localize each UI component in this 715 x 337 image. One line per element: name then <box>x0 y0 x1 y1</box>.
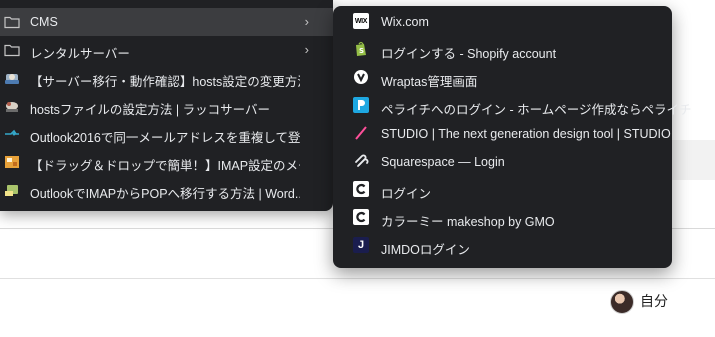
submenu-label: ログインする - Shopify account <box>381 47 557 61</box>
avatar[interactable] <box>610 290 634 314</box>
squarespace-icon <box>353 153 369 169</box>
c-logo-icon <box>353 209 369 225</box>
submenu-label: Wraptas管理画面 <box>381 75 478 89</box>
wraptas-icon <box>353 69 369 85</box>
bookmark-item[interactable]: OutlookでIMAPからPOPへ移行する方法 | Word... <box>0 176 333 204</box>
bookmark-label: hostsファイルの設定方法 | ラッコサーバー <box>30 103 270 117</box>
site-favicon-icon <box>4 71 20 85</box>
bookmark-item[interactable]: 【サーバー移行・動作確認】hosts設定の変更方法 |... <box>0 64 333 92</box>
jimdo-icon: J <box>353 237 369 253</box>
bookmark-label: OutlookでIMAPからPOPへ移行する方法 | Word... <box>30 187 300 201</box>
submenu-label: ログイン <box>381 187 432 201</box>
chevron-right-icon: › <box>304 14 309 29</box>
site-favicon-icon <box>4 127 20 141</box>
submenu-label: JIMDOログイン <box>381 243 470 257</box>
shopify-icon: S <box>353 41 369 57</box>
submenu-item-wix[interactable]: WIX Wix.com <box>333 8 672 36</box>
bookmark-label: レンタルサーバー <box>30 47 130 61</box>
chevron-right-icon: › <box>304 42 309 57</box>
site-favicon-icon <box>4 99 20 113</box>
bookmarks-menu: CMS › レンタルサーバー › 【サーバー移行・動作確認】hosts設定の変更… <box>0 0 333 211</box>
studio-icon <box>353 125 369 141</box>
submenu-item-jimdo[interactable]: J JIMDOログイン <box>333 232 672 260</box>
peraichi-icon <box>353 97 369 113</box>
bookmark-label: 【サーバー移行・動作確認】hosts設定の変更方法 |... <box>30 75 300 89</box>
svg-text:S: S <box>359 47 364 55</box>
user-label[interactable]: 自分 <box>640 291 668 311</box>
bookmark-item[interactable]: hostsファイルの設定方法 | ラッコサーバー <box>0 92 333 120</box>
bookmark-folder-rental-server[interactable]: レンタルサーバー › <box>0 36 333 64</box>
bookmark-label: CMS <box>30 15 58 29</box>
site-favicon-icon <box>4 155 20 169</box>
bookmark-item[interactable]: Outlook2016で同一メールアドレスを重複して登録... <box>0 120 333 148</box>
bookmark-label: 【ドラッグ＆ドロップで簡単！】IMAP設定のメールサ... <box>30 159 300 173</box>
submenu-label: ペライチへのログイン - ホームページ作成ならペライチ <box>381 103 692 117</box>
c-logo-icon <box>353 181 369 197</box>
page-footer <box>0 278 715 337</box>
submenu-label: Wix.com <box>381 15 429 29</box>
submenu-item-wraptas[interactable]: Wraptas管理画面 <box>333 64 672 92</box>
submenu-item-colorme-makeshop[interactable]: カラーミー makeshop by GMO <box>333 204 672 232</box>
wix-icon: WIX <box>353 13 369 29</box>
submenu-label: STUDIO | The next generation design tool… <box>381 127 671 141</box>
submenu-item-peraichi[interactable]: ペライチへのログイン - ホームページ作成ならペライチ <box>333 92 692 120</box>
submenu-label: Squarespace — Login <box>381 155 505 169</box>
site-favicon-icon <box>4 183 20 197</box>
bookmark-folder-cms[interactable]: CMS › <box>0 8 333 36</box>
submenu-label: カラーミー makeshop by GMO <box>381 215 555 229</box>
submenu-item-studio[interactable]: STUDIO | The next generation design tool… <box>333 120 672 148</box>
submenu-item-squarespace[interactable]: Squarespace — Login <box>333 148 672 176</box>
cms-submenu: WIX Wix.com S ログインする - Shopify account W… <box>333 6 692 268</box>
submenu-item-login[interactable]: ログイン <box>333 176 672 204</box>
folder-icon <box>4 15 20 29</box>
folder-icon <box>4 43 20 57</box>
submenu-item-shopify[interactable]: S ログインする - Shopify account <box>333 36 672 64</box>
bookmark-label: Outlook2016で同一メールアドレスを重複して登録... <box>30 131 300 145</box>
bookmark-item[interactable]: 【ドラッグ＆ドロップで簡単！】IMAP設定のメールサ... <box>0 148 333 176</box>
